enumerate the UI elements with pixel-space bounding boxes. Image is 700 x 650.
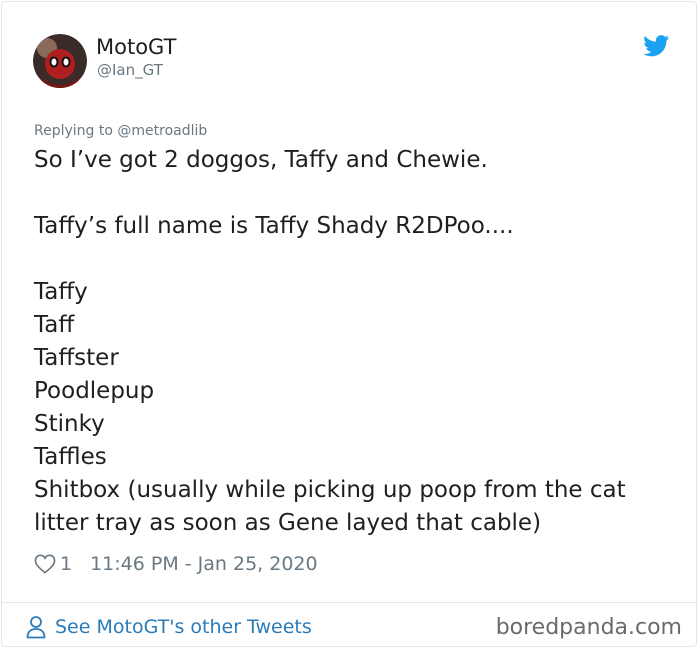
tweet-line: Taffster xyxy=(34,345,119,371)
avatar[interactable] xyxy=(33,34,87,88)
tweet-line: Taffy’s full name is Taffy Shady R2DPoo.… xyxy=(34,213,514,239)
tweet-line: Poodlepup xyxy=(34,378,155,404)
tweet-timestamp[interactable]: 11:46 PM - Jan 25, 2020 xyxy=(90,553,318,575)
tweet-line: Taffles xyxy=(34,444,107,470)
tweet-line: Taff xyxy=(34,312,75,338)
divider xyxy=(2,602,696,603)
tweet-card: MotoGT @Ian_GT Replying to @metroadlib S… xyxy=(1,1,697,647)
replying-to: Replying to @metroadlib xyxy=(34,121,207,141)
tweet-meta: 1 11:46 PM - Jan 25, 2020 xyxy=(34,550,318,578)
tweet-line: Shitbox (usually while picking up poop f… xyxy=(34,477,633,536)
watermark: boredpanda.com xyxy=(495,615,682,640)
tweet-line: Stinky xyxy=(34,411,105,437)
tweet-line: So I’ve got 2 doggos, Taffy and Chewie. xyxy=(34,147,488,173)
see-other-tweets-label: See MotoGT's other Tweets xyxy=(55,616,312,638)
author-display-name[interactable]: MotoGT xyxy=(96,34,176,60)
replying-to-mention[interactable]: @metroadlib xyxy=(117,123,207,139)
twitter-bird-icon[interactable] xyxy=(643,35,670,57)
like-count[interactable]: 1 xyxy=(60,553,72,575)
person-icon xyxy=(26,615,46,639)
heart-icon[interactable] xyxy=(34,554,56,574)
see-other-tweets-link[interactable]: See MotoGT's other Tweets xyxy=(26,613,312,641)
tweet-text: So I’ve got 2 doggos, Taffy and Chewie. … xyxy=(34,144,674,540)
replying-to-prefix: Replying to xyxy=(34,123,118,139)
tweet-line: Taffy xyxy=(34,279,88,305)
author-handle[interactable]: @Ian_GT xyxy=(97,60,163,80)
